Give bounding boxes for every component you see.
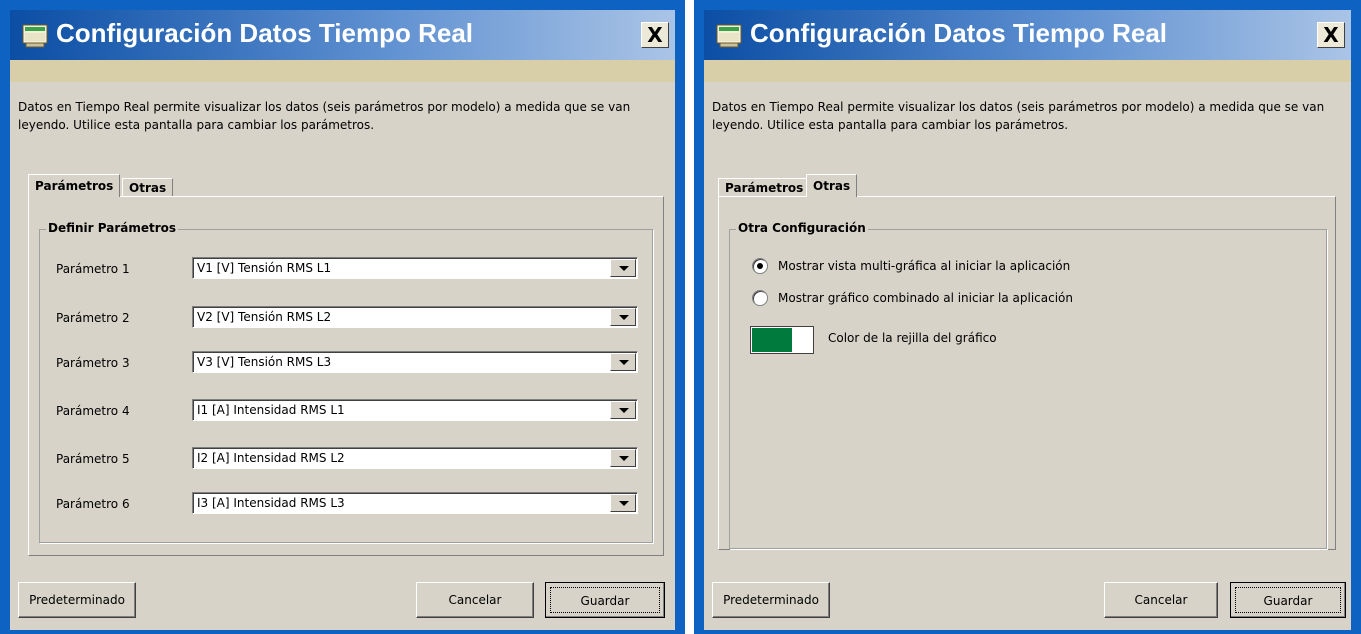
default-button[interactable]: Predeterminado [712,582,830,618]
parameter-label: Parámetro 5 [56,452,130,466]
chevron-down-icon [619,360,629,365]
parameter-label: Parámetro 2 [56,311,130,325]
title-bar[interactable]: Configuración Datos Tiempo Real X [704,10,1351,60]
parameter-value: V3 [V] Tensión RMS L3 [197,355,332,369]
group-otra-configuracion: Otra Configuración Mostrar vista multi-g… [729,221,1327,549]
close-button[interactable]: X [641,22,669,48]
header-strip [10,60,675,82]
default-button[interactable]: Predeterminado [18,582,136,618]
tab-otras[interactable]: Otras [806,174,858,197]
dialog-title: Configuración Datos Tiempo Real [56,18,474,48]
option-label[interactable]: Mostrar gráfico combinado al iniciar la … [778,291,1073,305]
dialog-body: Datos en Tiempo Real permite visualizar … [704,82,1351,630]
parameter-value: I2 [A] Intensidad RMS L2 [197,451,345,465]
parameter-2-select[interactable]: V2 [V] Tensión RMS L2 [192,306,638,328]
chevron-down-icon [619,315,629,320]
title-bar[interactable]: Configuración Datos Tiempo Real X [10,10,675,60]
radio-selected-dot [757,263,763,269]
save-button[interactable]: Guardar [1230,582,1346,618]
dropdown-button[interactable] [610,494,636,512]
header-strip [704,60,1351,82]
dialog-title: Configuración Datos Tiempo Real [750,18,1168,48]
group-definir-parametros: Definir Parámetros Parámetro 1 V1 [V] Te… [39,221,653,543]
tab-otras[interactable]: Otras [122,178,174,197]
description-text: Datos en Tiempo Real permite visualizar … [712,100,1325,132]
grid-color-swatch [752,328,792,352]
parameter-value: V2 [V] Tensión RMS L2 [197,310,332,324]
chevron-down-icon [619,266,629,271]
parameter-value: I3 [A] Intensidad RMS L3 [197,496,345,510]
dropdown-button[interactable] [610,353,636,371]
parameter-value: V1 [V] Tensión RMS L1 [197,261,332,275]
app-window-icon [22,24,48,48]
parameter-label: Parámetro 4 [56,404,130,418]
grid-color-label: Color de la rejilla del gráfico [828,331,997,345]
tab-panel-parametros: Definir Parámetros Parámetro 1 V1 [V] Te… [28,196,664,556]
save-button-label: Guardar [1235,587,1341,613]
parameter-5-select[interactable]: I2 [A] Intensidad RMS L2 [192,447,638,469]
description-text: Datos en Tiempo Real permite visualizar … [18,100,631,132]
group-title: Otra Configuración [736,221,868,235]
parameter-4-select[interactable]: I1 [A] Intensidad RMS L1 [192,399,638,421]
parameter-3-select[interactable]: V3 [V] Tensión RMS L3 [192,351,638,373]
save-button[interactable]: Guardar [545,582,665,618]
grid-color-picker[interactable] [750,326,814,354]
parameter-label: Parámetro 3 [56,356,130,370]
dropdown-button[interactable] [610,259,636,277]
config-dialog-otras: Configuración Datos Tiempo Real X Datos … [694,0,1361,634]
dropdown-button[interactable] [610,449,636,467]
dropdown-button[interactable] [610,308,636,326]
chevron-down-icon [619,408,629,413]
chevron-down-icon [619,501,629,506]
tab-panel-otras: Otra Configuración Mostrar vista multi-g… [718,196,1336,550]
parameter-value: I1 [A] Intensidad RMS L1 [197,403,345,417]
parameter-1-select[interactable]: V1 [V] Tensión RMS L1 [192,257,638,279]
dialog-body: Datos en Tiempo Real permite visualizar … [10,82,675,630]
dropdown-button[interactable] [610,401,636,419]
parameter-label: Parámetro 1 [56,262,130,276]
group-title: Definir Parámetros [46,221,179,235]
radio-button[interactable] [752,290,768,306]
app-window-icon [716,24,742,48]
cancel-button[interactable]: Cancelar [416,582,534,618]
chevron-down-icon [619,456,629,461]
radio-button[interactable] [752,258,768,274]
tab-parametros[interactable]: Parámetros [718,178,811,197]
option-label[interactable]: Mostrar vista multi-gráfica al iniciar l… [778,259,1070,273]
close-button[interactable]: X [1317,22,1345,48]
tab-parametros[interactable]: Parámetros [28,174,121,197]
cancel-button[interactable]: Cancelar [1104,582,1218,618]
parameter-label: Parámetro 6 [56,497,130,511]
config-dialog-parametros: Configuración Datos Tiempo Real X Datos … [0,0,685,634]
parameter-6-select[interactable]: I3 [A] Intensidad RMS L3 [192,492,638,514]
save-button-label: Guardar [550,587,660,613]
